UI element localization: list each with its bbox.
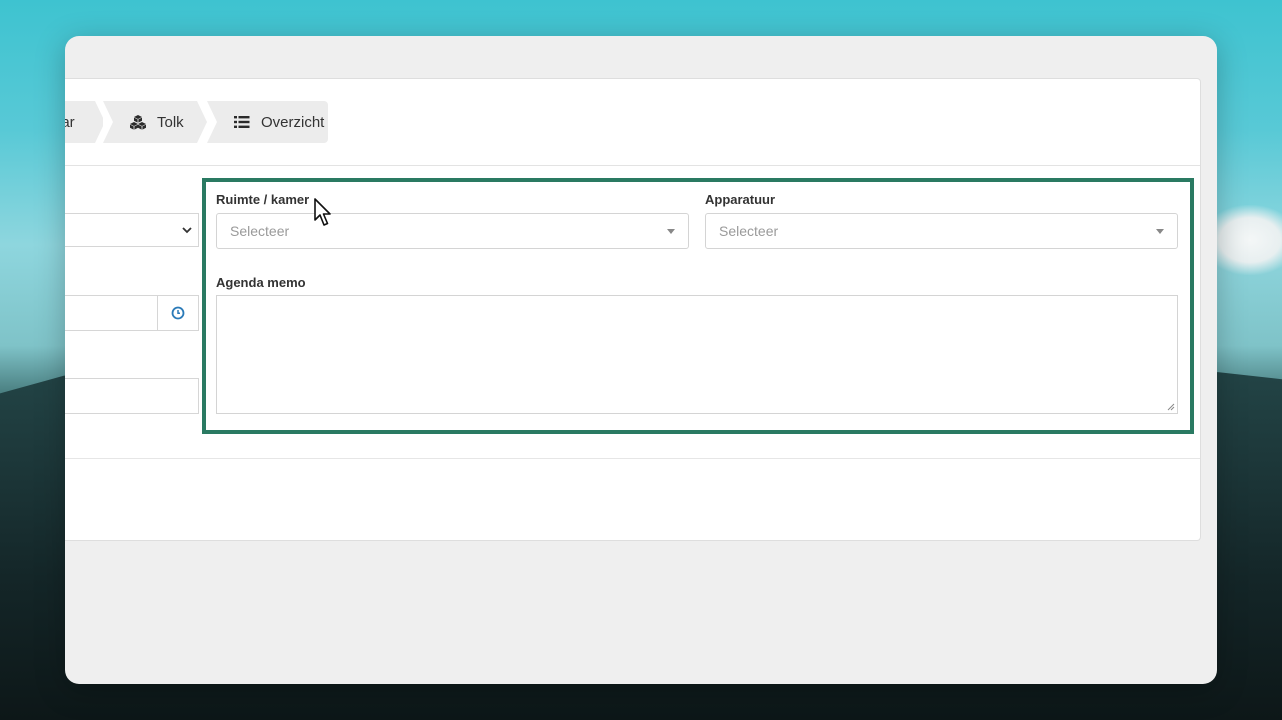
wizard-step-label: Tolk: [157, 113, 184, 131]
room-select[interactable]: Selecteer: [216, 213, 689, 249]
agenda-memo-textarea[interactable]: [216, 295, 1178, 414]
app-window: aar Tolk: [65, 36, 1217, 684]
equipment-select-placeholder: Selecteer: [719, 223, 779, 239]
left-select-field[interactable]: [65, 213, 199, 247]
wizard-step-previous[interactable]: aar: [65, 101, 105, 143]
room-select-placeholder: Selecteer: [230, 223, 290, 239]
list-icon: [233, 114, 251, 130]
time-input[interactable]: [65, 295, 199, 331]
memo-label: Agenda memo: [216, 275, 306, 290]
wizard-step-label: Overzicht: [261, 113, 325, 131]
equipment-label: Apparatuur: [705, 192, 776, 207]
mouse-cursor-icon: [314, 198, 331, 226]
room-label: Ruimte / kamer: [216, 192, 310, 207]
wizard-step-tolk[interactable]: Tolk: [103, 101, 207, 143]
wizard-step-label: aar: [65, 113, 75, 131]
wizard-step-overzicht[interactable]: Overzicht: [207, 101, 328, 143]
left-text-input[interactable]: [65, 378, 199, 414]
caret-down-icon: [1156, 229, 1164, 234]
resize-handle-icon[interactable]: [1166, 402, 1175, 411]
equipment-select[interactable]: Selecteer: [705, 213, 1178, 249]
chevron-down-icon: [182, 227, 192, 234]
cubes-icon: [129, 114, 147, 130]
wizard-steps: aar Tolk: [65, 79, 1200, 166]
section-divider: [65, 458, 1200, 459]
clock-icon[interactable]: [157, 296, 198, 330]
caret-down-icon: [667, 229, 675, 234]
